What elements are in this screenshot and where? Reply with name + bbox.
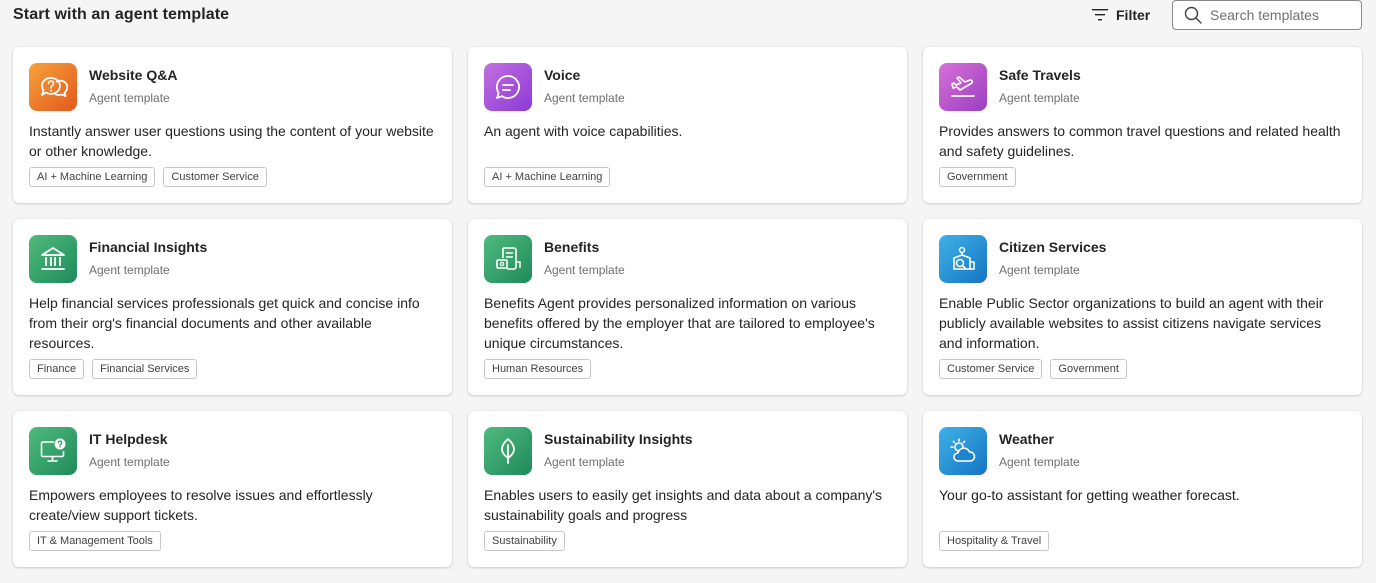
- template-card-it-helpdesk[interactable]: IT Helpdesk Agent template Empowers empl…: [13, 411, 452, 567]
- template-grid: Website Q&A Agent template Instantly ans…: [13, 47, 1362, 567]
- card-title: Weather: [999, 431, 1054, 447]
- tag: AI + Machine Learning: [29, 167, 156, 187]
- tag: AI + Machine Learning: [484, 167, 611, 187]
- template-card-voice[interactable]: Voice Agent template An agent with voice…: [468, 47, 907, 203]
- card-subtitle: Agent template: [999, 91, 1080, 105]
- card-tags: Human Resources: [484, 359, 592, 379]
- tag: Sustainability: [484, 531, 565, 551]
- card-description: Enables users to easily get insights and…: [484, 487, 883, 523]
- card-tags: IT & Management Tools: [29, 531, 161, 551]
- filter-button[interactable]: Filter: [1088, 4, 1154, 26]
- template-card-benefits[interactable]: Benefits Agent template Benefits Agent p…: [468, 219, 907, 395]
- card-title: Benefits: [544, 239, 600, 255]
- filter-label: Filter: [1116, 7, 1151, 23]
- card-title: Website Q&A: [89, 67, 178, 83]
- card-description: Your go-to assistant for getting weather…: [939, 487, 1240, 503]
- card-subtitle: Agent template: [999, 263, 1080, 277]
- card-tags: Finance Financial Services: [29, 359, 198, 379]
- chat-question-icon: [29, 63, 77, 111]
- search-input[interactable]: [1210, 7, 1360, 23]
- card-subtitle: Agent template: [999, 455, 1080, 469]
- tag: Customer Service: [939, 359, 1043, 379]
- card-title: Voice: [544, 67, 581, 83]
- card-description: Instantly answer user questions using th…: [29, 123, 434, 159]
- card-description: Provides answers to common travel questi…: [939, 123, 1341, 159]
- card-subtitle: Agent template: [544, 91, 625, 105]
- speech-bubble-icon: [484, 63, 532, 111]
- card-title: Sustainability Insights: [544, 431, 693, 447]
- card-tags: Customer Service Government: [939, 359, 1127, 379]
- tag: Customer Service: [163, 167, 267, 187]
- card-description: Help financial services professionals ge…: [29, 295, 420, 351]
- template-card-weather[interactable]: Weather Agent template Your go-to assist…: [923, 411, 1362, 567]
- template-card-financial-insights[interactable]: Financial Insights Agent template Help f…: [13, 219, 452, 395]
- card-tags: Sustainability: [484, 531, 565, 551]
- tag: Human Resources: [484, 359, 592, 379]
- card-description: Enable Public Sector organizations to bu…: [939, 295, 1324, 351]
- leaf-icon: [484, 427, 532, 475]
- page-title: Start with an agent template: [13, 6, 230, 23]
- tag: Finance: [29, 359, 85, 379]
- template-card-sustainability-insights[interactable]: Sustainability Insights Agent template E…: [468, 411, 907, 567]
- page-header: Start with an agent template Filter: [0, 0, 1376, 33]
- card-description: An agent with voice capabilities.: [484, 123, 683, 139]
- card-title: Citizen Services: [999, 239, 1107, 255]
- desktop-help-icon: [29, 427, 77, 475]
- tag: IT & Management Tools: [29, 531, 161, 551]
- tag: Hospitality & Travel: [939, 531, 1050, 551]
- card-subtitle: Agent template: [544, 455, 625, 469]
- card-subtitle: Agent template: [89, 91, 170, 105]
- tag: Government: [1050, 359, 1127, 379]
- card-description: Empowers employees to resolve issues and…: [29, 487, 373, 523]
- tag: Financial Services: [92, 359, 198, 379]
- card-subtitle: Agent template: [544, 263, 625, 277]
- card-title: Financial Insights: [89, 239, 208, 255]
- receipt-money-icon: [484, 235, 532, 283]
- card-tags: Government: [939, 167, 1016, 187]
- search-box[interactable]: [1172, 0, 1362, 30]
- template-card-website-qa[interactable]: Website Q&A Agent template Instantly ans…: [13, 47, 452, 203]
- filter-icon: [1092, 9, 1108, 21]
- weather-partly-cloudy-icon: [939, 427, 987, 475]
- card-tags: AI + Machine Learning Customer Service: [29, 167, 267, 187]
- card-subtitle: Agent template: [89, 263, 170, 277]
- city-search-icon: [939, 235, 987, 283]
- card-description: Benefits Agent provides personalized inf…: [484, 295, 875, 351]
- card-subtitle: Agent template: [89, 455, 170, 469]
- bank-building-icon: [29, 235, 77, 283]
- card-tags: Hospitality & Travel: [939, 531, 1050, 551]
- card-tags: AI + Machine Learning: [484, 167, 611, 187]
- template-card-safe-travels[interactable]: Safe Travels Agent template Provides ans…: [923, 47, 1362, 203]
- card-title: IT Helpdesk: [89, 431, 168, 447]
- tag: Government: [939, 167, 1016, 187]
- search-icon: [1184, 6, 1202, 24]
- airplane-takeoff-icon: [939, 63, 987, 111]
- card-title: Safe Travels: [999, 67, 1081, 83]
- template-card-citizen-services[interactable]: Citizen Services Agent template Enable P…: [923, 219, 1362, 395]
